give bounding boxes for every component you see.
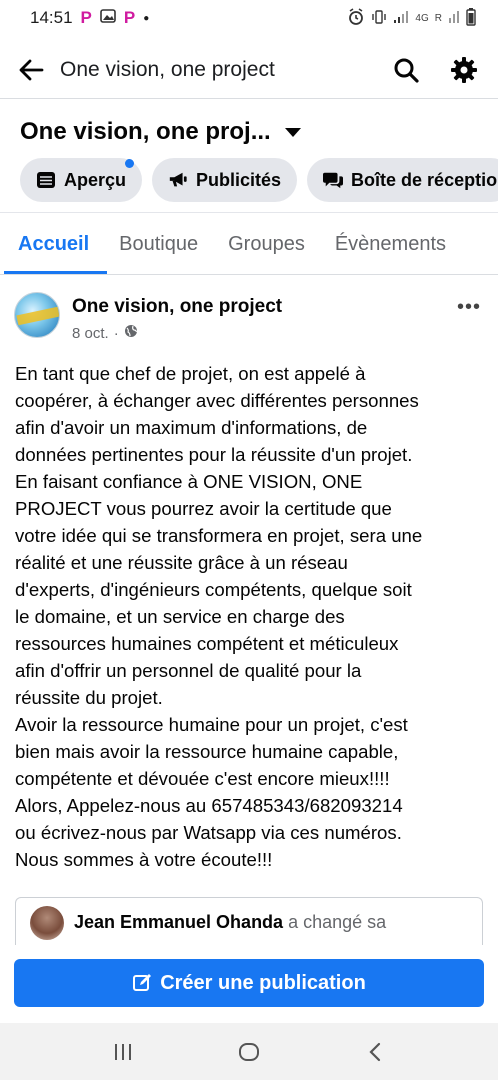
shared-post-preview[interactable]: Jean Emmanuel Ohanda a changé sa [15,897,483,947]
gear-icon[interactable] [448,54,480,86]
post-card: One vision, one project 8 oct. · ••• En … [0,284,498,873]
battery-icon [466,7,476,29]
vibrate-icon [371,9,387,28]
search-icon[interactable] [390,54,422,86]
create-post-button[interactable]: Créer une publication [14,959,484,1007]
table-icon [36,170,56,190]
signal-icon [393,10,409,27]
back-arrow-icon[interactable] [18,56,46,84]
shared-text: Jean Emmanuel Ohanda a changé sa [74,912,386,933]
tab-groupes[interactable]: Groupes [228,222,305,266]
chips-divider [0,212,498,213]
post-meta: One vision, one project 8 oct. · [72,290,454,342]
post-header: One vision, one project 8 oct. · ••• [0,284,498,350]
page-avatar[interactable] [14,292,60,338]
more-notifications-icon: ● [143,12,150,24]
megaphone-icon [168,170,188,190]
header-title: One vision, one project [60,58,275,81]
more-options-icon[interactable]: ••• [454,290,484,319]
shared-avatar [30,905,64,940]
avatar-logo-band [16,306,59,326]
page-name: One vision, one proj... [20,118,271,145]
page-switcher[interactable]: One vision, one proj... [20,118,301,146]
app-notification-icon: P [80,8,92,27]
home-icon[interactable] [229,1032,269,1072]
page-tabs: Accueil Boutique Groupes Évènements [0,222,498,274]
post-subline: 8 oct. · [72,324,454,342]
post-body: En tant que chef de projet, on est appel… [15,363,423,870]
recent-apps-icon[interactable] [103,1032,143,1072]
globe-icon [124,324,138,342]
status-left: 14:51 P P ● [30,8,149,28]
chip-apercu[interactable]: Aperçu [20,158,143,202]
tabs-divider [0,274,498,275]
gallery-notification-icon [100,8,116,28]
edit-icon [132,973,152,993]
signal-icon-2 [448,10,460,27]
post-separator: · [113,324,119,342]
tab-boutique[interactable]: Boutique [119,222,198,266]
shared-author: Jean Emmanuel Ohanda [74,912,284,932]
tab-evenements[interactable]: Évènements [335,222,446,266]
header-divider [0,98,498,99]
chip-label: Publicités [196,169,282,190]
status-time: 14:51 [30,8,73,27]
chip-label: Aperçu [64,169,127,190]
post-date[interactable]: 8 oct. [72,325,109,342]
status-bar: 14:51 P P ● 4G R [0,0,498,36]
app-notification-icon-2: P [123,8,136,27]
tab-accueil[interactable]: Accueil [18,222,89,266]
create-post-label: Créer une publication [160,971,366,994]
chip-label: Boîte de réceptio [351,169,498,190]
create-post-bar: Créer une publication [0,945,498,1023]
shared-action: a changé sa [288,912,387,932]
notification-dot [125,159,135,168]
page-chips: Aperçu Publicités Boîte de réceptio [20,158,498,202]
caret-down-icon [284,127,301,137]
chat-bubbles-icon [323,170,344,190]
app-header: One vision, one project [0,44,498,96]
roaming-indicator: R [434,12,442,24]
chip-publicites[interactable]: Publicités [152,158,298,202]
alarm-icon [347,7,365,29]
status-right: 4G R [347,7,476,29]
back-nav-icon[interactable] [355,1032,395,1072]
system-nav-bar [0,1023,498,1080]
chip-boite-de-reception[interactable]: Boîte de réceptio [307,158,498,202]
network-type: 4G [415,12,429,24]
post-author[interactable]: One vision, one project [72,296,454,318]
